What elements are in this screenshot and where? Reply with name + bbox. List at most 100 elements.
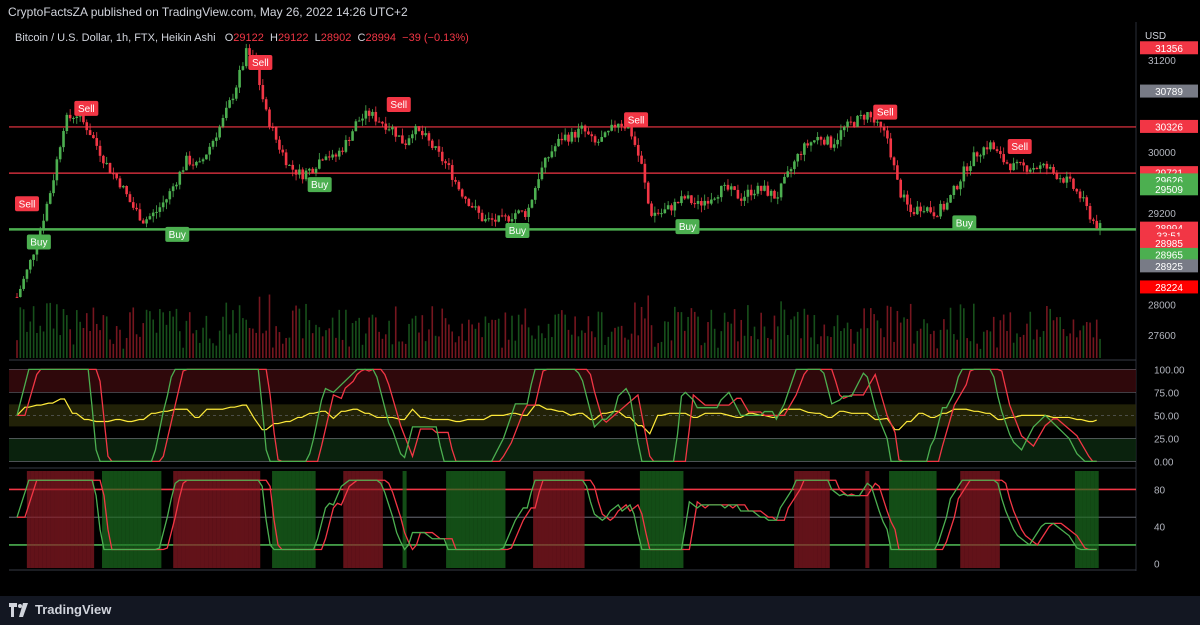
- volume-bar: [305, 303, 307, 358]
- chart-svg[interactable]: Sell Buy Sell Buy Sell Buy Sell Buy Sell Buy Sell B…: [9, 22, 1200, 571]
- volume-bar: [438, 336, 440, 358]
- candle-body: [155, 211, 158, 213]
- candle-body: [739, 198, 743, 201]
- volume-bar: [767, 337, 769, 358]
- volume-bar: [1019, 337, 1022, 358]
- price-tag-label: 30326: [1155, 122, 1183, 133]
- volume-bar: [1072, 319, 1075, 358]
- candle-body: [195, 161, 198, 166]
- volume-bar: [893, 341, 895, 358]
- volume-bar: [640, 306, 643, 358]
- price-tick-label: 27600: [1148, 331, 1176, 342]
- overbought-highlight: [351, 471, 356, 568]
- candle-body: [533, 188, 537, 200]
- price-tag-label: 31356: [1155, 44, 1183, 55]
- volume-bar: [1085, 322, 1088, 358]
- volume-bar: [959, 304, 962, 358]
- signal-label: Sell: [252, 58, 269, 69]
- oversold-highlight: [469, 471, 474, 568]
- candle-body: [583, 125, 587, 132]
- candle-body: [720, 185, 723, 198]
- candle-body: [683, 196, 687, 199]
- candle-body: [796, 153, 800, 162]
- candle-body: [729, 186, 733, 190]
- overbought-highlight: [30, 471, 35, 568]
- volume-bar: [956, 339, 958, 358]
- volume-bar: [999, 320, 1002, 358]
- volume-bar: [856, 331, 859, 358]
- candle-body: [969, 166, 972, 171]
- candle-body: [806, 143, 809, 146]
- oscillator2-tick-label: 0: [1154, 559, 1160, 570]
- candle-body: [793, 161, 796, 170]
- overbought-highlight: [204, 471, 209, 568]
- volume-bar: [295, 305, 297, 358]
- low-value: 28902: [320, 32, 352, 44]
- volume-bar: [1026, 323, 1028, 358]
- volume-bar: [597, 311, 600, 358]
- volume-bar: [531, 335, 533, 358]
- candle-body: [882, 127, 886, 131]
- candle-body: [278, 139, 281, 150]
- overbought-highlight: [70, 471, 75, 568]
- volume-bar: [733, 309, 736, 358]
- candle-body: [673, 201, 677, 211]
- candle-body: [1058, 178, 1062, 180]
- candle-body: [201, 159, 205, 162]
- candle-body: [753, 193, 756, 196]
- volume-bar: [610, 331, 613, 358]
- candle-body: [886, 130, 889, 139]
- volume-bar: [793, 316, 796, 358]
- candle-body: [636, 144, 640, 156]
- volume-bar: [823, 324, 826, 358]
- candle-body: [231, 98, 235, 101]
- overbought-highlight: [236, 471, 241, 568]
- candle-body: [48, 193, 52, 204]
- overbought-highlight: [343, 471, 348, 568]
- oversold-highlight: [663, 471, 668, 568]
- volume-bar: [527, 327, 530, 358]
- volume-bar: [248, 327, 251, 358]
- overbought-highlight: [200, 471, 205, 568]
- chart-area[interactable]: Sell Buy Sell Buy Sell Buy Sell Buy Sell Buy Sell B…: [9, 22, 1200, 571]
- volume-bar: [816, 344, 819, 358]
- signal-label: Sell: [1011, 142, 1028, 153]
- signal-label: Sell: [877, 108, 894, 119]
- overbought-highlight: [208, 471, 213, 568]
- oversold-highlight: [659, 471, 664, 568]
- candle-body: [826, 136, 829, 145]
- buy-signal: Buy: [505, 223, 530, 238]
- volume-bar: [580, 330, 583, 358]
- overbought-highlight: [980, 471, 985, 568]
- overbought-highlight: [196, 471, 201, 568]
- volume-bar: [228, 334, 231, 358]
- candle-body: [553, 146, 557, 152]
- candle-body: [633, 136, 637, 145]
- volume-bar: [272, 347, 274, 358]
- candle-body: [125, 185, 128, 195]
- volume-bar: [132, 307, 135, 358]
- volume-bar: [737, 341, 739, 358]
- candle-body: [351, 131, 354, 141]
- candle-body: [876, 121, 879, 123]
- candle-body: [1072, 178, 1075, 189]
- volume-bar: [82, 327, 85, 358]
- candle-body: [643, 163, 647, 183]
- candle-body: [517, 210, 520, 214]
- volume-bar: [697, 316, 699, 358]
- candle-body: [919, 206, 922, 212]
- candle-body: [676, 201, 680, 204]
- candle-body: [218, 126, 221, 138]
- candle-body: [906, 194, 909, 205]
- candle-body: [962, 166, 966, 182]
- oversold-highlight: [485, 471, 490, 568]
- volume-bar: [152, 319, 155, 358]
- tradingview-logo[interactable]: TradingView: [9, 602, 111, 617]
- candle-body: [261, 85, 265, 100]
- volume-bar: [770, 339, 772, 358]
- volume-bar: [205, 315, 208, 358]
- candle-body: [743, 196, 746, 201]
- sell-signal: Sell: [386, 97, 411, 112]
- overbought-highlight: [806, 471, 810, 568]
- candle-body: [444, 161, 447, 164]
